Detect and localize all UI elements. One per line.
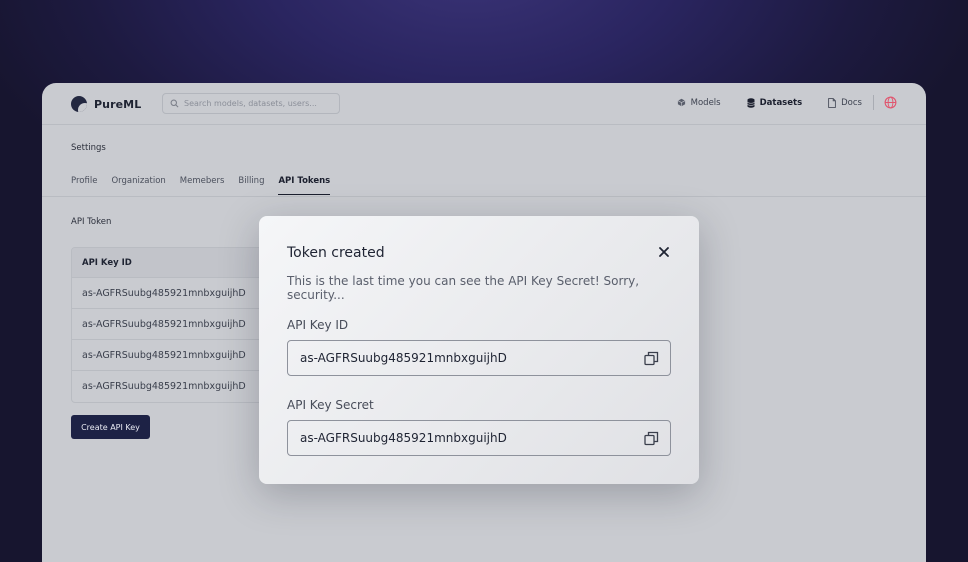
cube-icon [677, 98, 686, 107]
token-created-modal: Token created This is the last time you … [259, 216, 699, 484]
api-key-id-value: as-AGFRSuubg485921mnbxguijhD [300, 351, 507, 365]
create-api-key-button[interactable]: Create API Key [71, 415, 150, 439]
api-key-id-field[interactable]: as-AGFRSuubg485921mnbxguijhD [287, 340, 671, 376]
api-key-id-label: API Key ID [287, 318, 349, 332]
settings-tabs: Profile Organization Memebers Billing AP… [71, 176, 331, 195]
copy-icon[interactable] [644, 431, 659, 446]
section-label: API Token [71, 217, 112, 227]
pureml-logo-icon [71, 96, 87, 112]
modal-description: This is the last time you can see the AP… [287, 274, 640, 302]
top-bar: PureML Search models, datasets, users...… [42, 83, 926, 125]
tab-members[interactable]: Memebers [180, 176, 225, 195]
nav-models-label: Models [690, 97, 721, 108]
search-icon [170, 99, 179, 108]
search-input[interactable]: Search models, datasets, users... [162, 93, 340, 114]
page-title: Settings [71, 143, 106, 153]
nav-models[interactable]: Models [677, 98, 721, 108]
app-name: PureML [94, 97, 142, 111]
nav-divider [873, 95, 874, 110]
tabs-divider [42, 196, 926, 197]
tab-api-tokens[interactable]: API Tokens [278, 176, 331, 195]
copy-icon[interactable] [644, 351, 659, 366]
document-icon [828, 97, 836, 108]
modal-title: Token created [287, 245, 385, 261]
tab-organization[interactable]: Organization [111, 176, 165, 195]
tab-profile[interactable]: Profile [71, 176, 97, 195]
nav-datasets-label: Datasets [759, 97, 803, 108]
api-key-secret-value: as-AGFRSuubg485921mnbxguijhD [300, 431, 507, 445]
nav-docs[interactable]: Docs [828, 98, 862, 108]
nav-docs-label: Docs [841, 97, 862, 108]
api-key-secret-label: API Key Secret [287, 398, 374, 412]
logo[interactable]: PureML [71, 96, 141, 112]
api-key-secret-field[interactable]: as-AGFRSuubg485921mnbxguijhD [287, 420, 671, 456]
nav-datasets[interactable]: Datasets [746, 97, 803, 108]
search-placeholder: Search models, datasets, users... [184, 99, 317, 108]
globe-icon[interactable] [884, 96, 897, 109]
close-icon[interactable] [656, 244, 672, 260]
tab-billing[interactable]: Billing [238, 176, 264, 195]
database-icon [746, 97, 755, 108]
column-header-key-id: API Key ID [82, 257, 132, 268]
top-nav: Models Datasets Docs [651, 95, 897, 110]
